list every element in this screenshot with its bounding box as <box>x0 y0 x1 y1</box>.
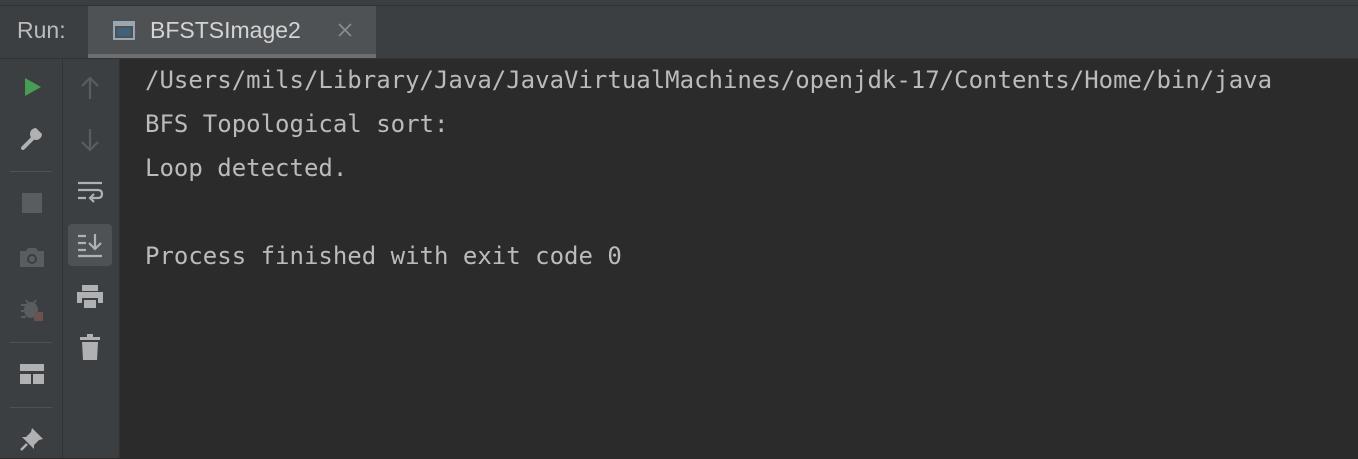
up-stack-trace-button[interactable] <box>70 68 110 108</box>
dump-threads-button[interactable] <box>12 237 52 277</box>
soft-wrap-icon <box>76 179 104 205</box>
restore-layout-button[interactable] <box>12 354 52 394</box>
down-stack-trace-button[interactable] <box>70 120 110 160</box>
soft-wrap-button[interactable] <box>70 172 110 212</box>
console-actions-toolbar <box>63 59 120 458</box>
wrench-icon <box>18 124 46 152</box>
pin-tab-button[interactable] <box>12 419 52 459</box>
scroll-to-end-icon <box>76 232 104 258</box>
toolbar-separator <box>10 342 52 343</box>
trash-icon <box>78 333 102 361</box>
toolbar-separator <box>10 407 52 408</box>
debug-button[interactable] <box>12 289 52 329</box>
run-actions-toolbar <box>0 59 63 458</box>
scroll-to-end-button[interactable] <box>68 224 112 266</box>
toolbar-separator <box>10 171 52 172</box>
console-line: /Users/mils/Library/Java/JavaVirtualMach… <box>145 66 1273 94</box>
pin-icon <box>18 425 46 453</box>
run-tool-window-header: Run: BFSTSImage2 <box>0 6 1358 59</box>
console-line: Process finished with exit code 0 <box>145 242 622 270</box>
edit-configuration-button[interactable] <box>12 118 52 158</box>
tab-active-underline <box>88 54 376 58</box>
run-label: Run: <box>17 17 66 43</box>
camera-icon <box>18 245 46 269</box>
stop-button[interactable] <box>12 183 52 223</box>
layout-icon <box>18 362 46 386</box>
rerun-button[interactable] <box>12 67 52 107</box>
printer-icon <box>75 283 105 311</box>
print-button[interactable] <box>70 277 110 317</box>
console-line: BFS Topological sort: <box>145 110 449 138</box>
tab-title: BFSTSImage2 <box>150 17 301 43</box>
arrow-down-icon <box>78 127 102 153</box>
close-icon[interactable] <box>335 20 355 40</box>
stop-icon <box>21 192 43 214</box>
console-window-icon <box>112 19 136 43</box>
arrow-up-icon <box>78 75 102 101</box>
play-icon <box>20 75 44 99</box>
console-output[interactable]: /Users/mils/Library/Java/JavaVirtualMach… <box>120 59 1358 458</box>
clear-all-button[interactable] <box>70 327 110 367</box>
bug-icon <box>18 295 46 323</box>
tab-bfstsimage2[interactable]: BFSTSImage2 <box>88 6 376 58</box>
console-line: Loop detected. <box>145 154 348 182</box>
